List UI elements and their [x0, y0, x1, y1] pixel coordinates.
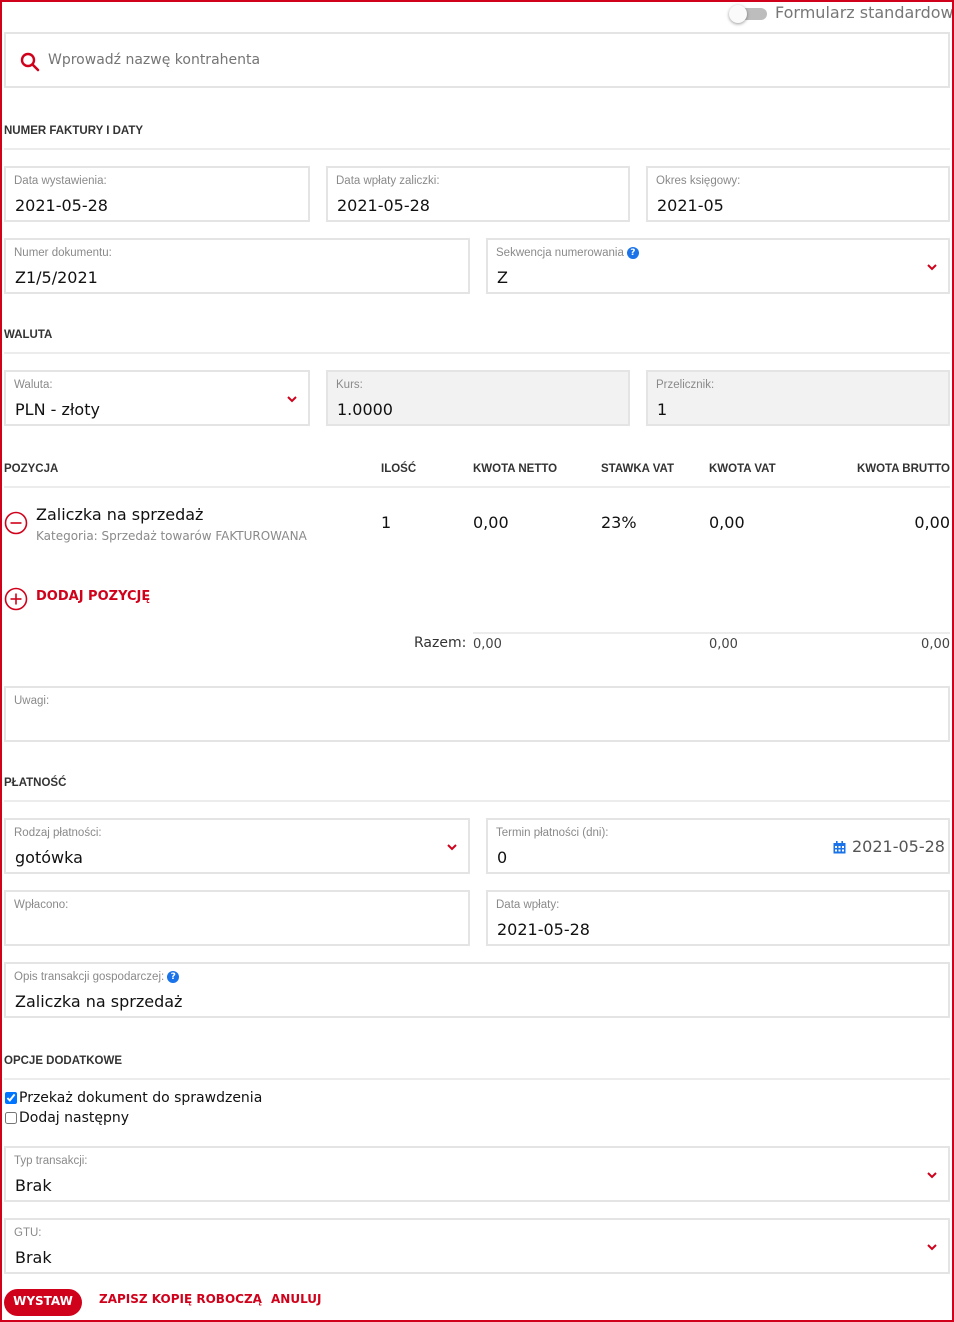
document-number-label: Numer dokumentu: — [14, 247, 112, 259]
advance-date-field[interactable]: Data wpłaty zaliczki: 2021-05-28 — [326, 166, 630, 222]
issue-date-value: 2021-05-28 — [15, 196, 108, 215]
chevron-down-icon — [927, 1172, 937, 1179]
numbering-sequence-label: Sekwencja numerowania — [496, 247, 624, 260]
transaction-type-label: Typ transakcji: — [14, 1155, 88, 1167]
form-mode-toggle[interactable] — [729, 5, 769, 23]
accounting-period-field[interactable]: Okres księgowy: 2021-05 — [646, 166, 950, 222]
send-for-review-checkbox[interactable] — [5, 1092, 17, 1104]
advance-date-value: 2021-05-28 — [337, 196, 430, 215]
item-name[interactable]: Zaliczka na sprzedaż — [36, 505, 203, 524]
remove-circle-icon[interactable] — [4, 511, 28, 535]
chevron-down-icon — [447, 844, 457, 851]
gtu-select[interactable]: GTU: Brak — [4, 1218, 950, 1274]
form-mode-label: Formularz standardowy — [775, 3, 954, 22]
converter-value: 1 — [657, 400, 668, 419]
payment-term-field[interactable]: Termin płatności (dni): 0 2021-05-28 — [486, 818, 950, 874]
total-gross: 0,00 — [921, 637, 950, 652]
exchange-rate-label: Kurs: — [336, 379, 363, 391]
cancel-button[interactable]: ANULUJ — [271, 1292, 322, 1306]
contractor-search[interactable] — [4, 32, 950, 88]
notes-field[interactable]: Uwagi: — [4, 686, 950, 742]
section-divider — [4, 352, 950, 354]
help-icon[interactable]: ? — [626, 247, 639, 259]
advance-date-label: Data wpłaty zaliczki: — [336, 175, 440, 187]
accounting-period-value: 2021-05 — [657, 196, 724, 215]
add-next-checkbox[interactable] — [5, 1112, 17, 1124]
payment-type-label: Rodzaj płatności: — [14, 827, 102, 839]
total-vat: 0,00 — [709, 637, 738, 652]
payment-date-value: 2021-05-28 — [497, 920, 590, 939]
paid-amount-field[interactable]: Wpłacono: — [4, 890, 470, 946]
column-header-vat-rate: STAWKA VAT — [601, 463, 675, 475]
gtu-label: GTU: — [14, 1227, 42, 1239]
section-divider — [4, 148, 950, 150]
transaction-description-label: Opis transakcji gospodarczej: — [14, 971, 165, 984]
item-vat-rate: 23% — [601, 513, 637, 532]
payment-type-select[interactable]: Rodzaj płatności: gotówka — [4, 818, 470, 874]
column-header-vat: KWOTA VAT — [709, 463, 776, 475]
column-header-qty: ILOŚĆ — [381, 463, 417, 475]
payment-term-value: 0 — [497, 848, 508, 867]
column-header-net: KWOTA NETTO — [473, 463, 558, 475]
section-title-options: OPCJE DODATKOWE — [4, 1055, 122, 1067]
item-net: 0,00 — [473, 513, 509, 532]
item-vat: 0,00 — [709, 513, 745, 532]
payment-term-label: Termin płatności (dni): — [496, 827, 609, 839]
gtu-value: Brak — [15, 1248, 52, 1267]
paid-amount-label: Wpłacono: — [14, 899, 69, 911]
table-header-divider — [4, 486, 950, 488]
totals-label: Razem: — [414, 635, 467, 651]
section-title-currency: WALUTA — [4, 329, 53, 341]
converter-field: Przelicznik: 1 — [646, 370, 950, 426]
transaction-type-select[interactable]: Typ transakcji: Brak — [4, 1146, 950, 1202]
payment-date-field[interactable]: Data wpłaty: 2021-05-28 — [486, 890, 950, 946]
search-icon — [20, 52, 40, 72]
totals-divider — [473, 632, 950, 634]
chevron-down-icon — [927, 264, 937, 271]
add-item-button[interactable]: DODAJ POZYCJĘ — [4, 586, 174, 612]
add-circle-icon — [4, 587, 28, 611]
exchange-rate-value: 1.0000 — [337, 400, 393, 419]
document-number-value: Z1/5/2021 — [15, 268, 98, 287]
calendar-icon — [833, 841, 846, 854]
numbering-sequence-value: Z — [497, 268, 508, 287]
converter-label: Przelicznik: — [656, 379, 715, 391]
column-header-gross: KWOTA BRUTTO — [856, 463, 950, 475]
currency-label: Waluta: — [14, 379, 53, 391]
payment-due-date[interactable]: 2021-05-28 — [852, 837, 945, 856]
transaction-description-value: Zaliczka na sprzedaż — [15, 992, 183, 1011]
section-divider — [4, 800, 950, 802]
currency-value: PLN - złoty — [15, 400, 100, 419]
notes-label: Uwagi: — [14, 695, 50, 707]
add-next-label[interactable]: Dodaj następny — [19, 1110, 129, 1126]
item-qty: 1 — [381, 513, 392, 532]
section-divider — [4, 1078, 950, 1080]
total-net: 0,00 — [473, 637, 502, 652]
column-header-position: POZYCJA — [4, 463, 59, 475]
item-category: Kategoria: Sprzedaż towarów FAKTUROWANA — [36, 529, 307, 543]
currency-select[interactable]: Waluta: PLN - złoty — [4, 370, 310, 426]
numbering-sequence-select[interactable]: Sekwencja numerowania? Z — [486, 238, 950, 294]
document-number-field[interactable]: Numer dokumentu: Z1/5/2021 — [4, 238, 470, 294]
item-gross: 0,00 — [914, 513, 950, 532]
chevron-down-icon — [287, 396, 297, 403]
payment-type-value: gotówka — [15, 848, 83, 867]
issue-date-label: Data wystawienia: — [14, 175, 107, 187]
add-item-label: DODAJ POZYCJĘ — [36, 589, 151, 604]
save-draft-button[interactable]: ZAPISZ KOPIĘ ROBOCZĄ — [99, 1292, 262, 1306]
payment-date-label: Data wpłaty: — [496, 899, 560, 911]
chevron-down-icon — [927, 1244, 937, 1251]
exchange-rate-field: Kurs: 1.0000 — [326, 370, 630, 426]
accounting-period-label: Okres księgowy: — [656, 175, 741, 187]
transaction-type-value: Brak — [15, 1176, 52, 1195]
search-input[interactable] — [46, 48, 926, 72]
help-icon[interactable]: ? — [167, 971, 180, 983]
transaction-description-field[interactable]: Opis transakcji gospodarczej:? Zaliczka … — [4, 962, 950, 1018]
section-title-invoice: NUMER FAKTURY I DATY — [4, 125, 144, 137]
issue-date-field[interactable]: Data wystawienia: 2021-05-28 — [4, 166, 310, 222]
send-for-review-label[interactable]: Przekaż dokument do sprawdzenia — [19, 1090, 262, 1106]
issue-button[interactable]: WYSTAW — [4, 1289, 82, 1316]
section-title-payment: PŁATNOŚĆ — [4, 777, 67, 789]
